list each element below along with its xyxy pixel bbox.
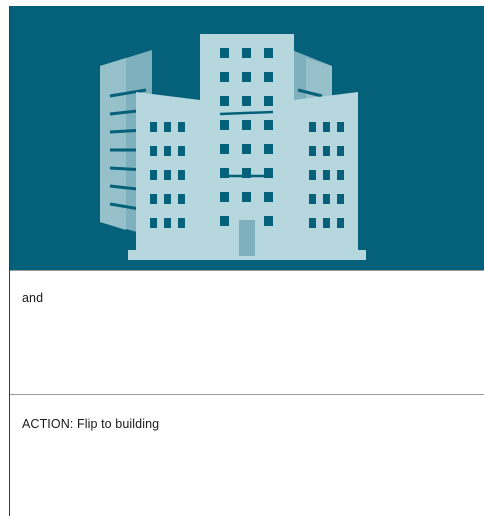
office-buildings-icon bbox=[100, 34, 366, 260]
hero-image bbox=[10, 6, 484, 270]
flashcard: and ACTION: Flip to building bbox=[9, 6, 484, 516]
action-text: ACTION: Flip to building bbox=[22, 417, 160, 431]
section-divider bbox=[10, 270, 484, 271]
section-text-and: and bbox=[22, 291, 44, 305]
section-divider bbox=[10, 394, 484, 395]
